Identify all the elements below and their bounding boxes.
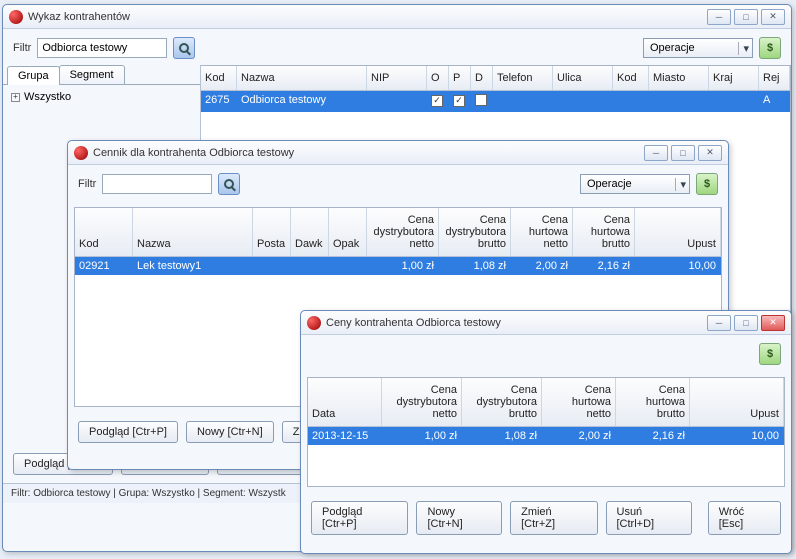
search-icon xyxy=(224,179,234,189)
titlebar[interactable]: Cennik dla kontrahenta Odbiorca testowy … xyxy=(68,141,728,165)
titlebar[interactable]: Wykaz kontrahentów ─ □ ✕ xyxy=(3,5,791,29)
col-d[interactable]: D xyxy=(471,66,493,90)
col-o[interactable]: O xyxy=(427,66,449,90)
col-upust[interactable]: Upust xyxy=(635,208,721,256)
col-chn[interactable]: Cena hurtowa netto xyxy=(511,208,573,256)
col-upust[interactable]: Upust xyxy=(690,378,784,426)
expand-icon[interactable]: + xyxy=(11,93,20,102)
col-kraj[interactable]: Kraj xyxy=(709,66,759,90)
close-icon[interactable]: ✕ xyxy=(761,9,785,25)
table-row[interactable]: 02921 Lek testowy1 1,00 zł 1,08 zł 2,00 … xyxy=(75,257,721,275)
filter-label: Filtr xyxy=(13,42,31,54)
col-cdb[interactable]: Cena dystrybutora brutto xyxy=(462,378,542,426)
chevron-down-icon: ▾ xyxy=(675,178,686,191)
col-telefon[interactable]: Telefon xyxy=(493,66,553,90)
grid-header: Kod Nazwa Posta Dawk Opak Cena dystrybut… xyxy=(75,208,721,257)
refresh-button[interactable]: $ xyxy=(759,37,781,59)
col-miasto[interactable]: Miasto xyxy=(649,66,709,90)
grid-header: Data Cena dystrybutora netto Cena dystry… xyxy=(308,378,784,427)
app-icon xyxy=(74,146,88,160)
col-ulica[interactable]: Ulica xyxy=(553,66,613,90)
table-row[interactable]: 2675 Odbiorca testowy ✓ ✓ A xyxy=(201,91,790,112)
edit-button[interactable]: Zmień [Ctr+Z] xyxy=(510,501,597,535)
tab-grupa[interactable]: Grupa xyxy=(7,66,60,85)
tab-segment[interactable]: Segment xyxy=(59,65,125,84)
checkbox-p[interactable]: ✓ xyxy=(453,95,465,107)
minimize-icon[interactable]: ─ xyxy=(707,9,731,25)
maximize-icon[interactable]: □ xyxy=(671,145,695,161)
delete-button[interactable]: Usuń [Ctrl+D] xyxy=(606,501,692,535)
col-dawk[interactable]: Dawk xyxy=(291,208,329,256)
col-posta[interactable]: Posta xyxy=(253,208,291,256)
minimize-icon[interactable]: ─ xyxy=(707,315,731,331)
col-data[interactable]: Data xyxy=(308,378,382,426)
col-opak[interactable]: Opak xyxy=(329,208,367,256)
close-icon[interactable]: ✕ xyxy=(698,145,722,161)
app-icon xyxy=(307,316,321,330)
search-button[interactable] xyxy=(218,173,240,195)
checkbox-o[interactable]: ✓ xyxy=(431,95,443,107)
col-p[interactable]: P xyxy=(449,66,471,90)
titlebar[interactable]: Ceny kontrahenta Odbiorca testowy ─ □ ✕ xyxy=(301,311,791,335)
back-button[interactable]: Wróć [Esc] xyxy=(708,501,781,535)
chevron-down-icon: ▾ xyxy=(738,42,749,55)
col-nip[interactable]: NIP xyxy=(367,66,427,90)
close-icon[interactable]: ✕ xyxy=(761,315,785,331)
maximize-icon[interactable]: □ xyxy=(734,9,758,25)
col-chb[interactable]: Cena hurtowa brutto xyxy=(616,378,690,426)
new-button[interactable]: Nowy [Ctr+N] xyxy=(416,501,502,535)
col-cdn[interactable]: Cena dystrybutora netto xyxy=(382,378,462,426)
operations-combo[interactable]: Operacje▾ xyxy=(643,38,753,58)
minimize-icon[interactable]: ─ xyxy=(644,145,668,161)
tree-root[interactable]: + Wszystko xyxy=(11,91,192,103)
operations-combo[interactable]: Operacje▾ xyxy=(580,174,690,194)
preview-button[interactable]: Podgląd [Ctr+P] xyxy=(78,421,178,443)
app-icon xyxy=(9,10,23,24)
col-kod2[interactable]: Kod xyxy=(613,66,649,90)
grid-header: Kod Nazwa NIP O P D Telefon Ulica Kod Mi… xyxy=(201,66,790,91)
col-chb[interactable]: Cena hurtowa brutto xyxy=(573,208,635,256)
maximize-icon[interactable]: □ xyxy=(734,315,758,331)
window-title: Cennik dla kontrahenta Odbiorca testowy xyxy=(93,147,644,159)
col-cdn[interactable]: Cena dystrybutora netto xyxy=(367,208,439,256)
col-kod[interactable]: Kod xyxy=(201,66,237,90)
tree[interactable]: + Wszystko xyxy=(3,85,200,109)
search-icon xyxy=(179,43,189,53)
preview-button[interactable]: Podgląd [Ctr+P] xyxy=(311,501,408,535)
col-rej[interactable]: Rej xyxy=(759,66,790,90)
window-title: Ceny kontrahenta Odbiorca testowy xyxy=(326,317,707,329)
filter-input[interactable] xyxy=(37,38,167,58)
col-nazwa[interactable]: Nazwa xyxy=(133,208,253,256)
window-title: Wykaz kontrahentów xyxy=(28,11,707,23)
refresh-button[interactable]: $ xyxy=(696,173,718,195)
col-nazwa[interactable]: Nazwa xyxy=(237,66,367,90)
col-chn[interactable]: Cena hurtowa netto xyxy=(542,378,616,426)
search-button[interactable] xyxy=(173,37,195,59)
refresh-button[interactable]: $ xyxy=(759,343,781,365)
col-kod[interactable]: Kod xyxy=(75,208,133,256)
checkbox-d[interactable] xyxy=(475,94,487,106)
filter-input[interactable] xyxy=(102,174,212,194)
col-cdb[interactable]: Cena dystrybutora brutto xyxy=(439,208,511,256)
window-prices: Ceny kontrahenta Odbiorca testowy ─ □ ✕ … xyxy=(300,310,792,554)
filter-label: Filtr xyxy=(78,178,96,190)
table-row[interactable]: 2013-12-15 1,00 zł 1,08 zł 2,00 zł 2,16 … xyxy=(308,427,784,445)
new-button[interactable]: Nowy [Ctr+N] xyxy=(186,421,274,443)
